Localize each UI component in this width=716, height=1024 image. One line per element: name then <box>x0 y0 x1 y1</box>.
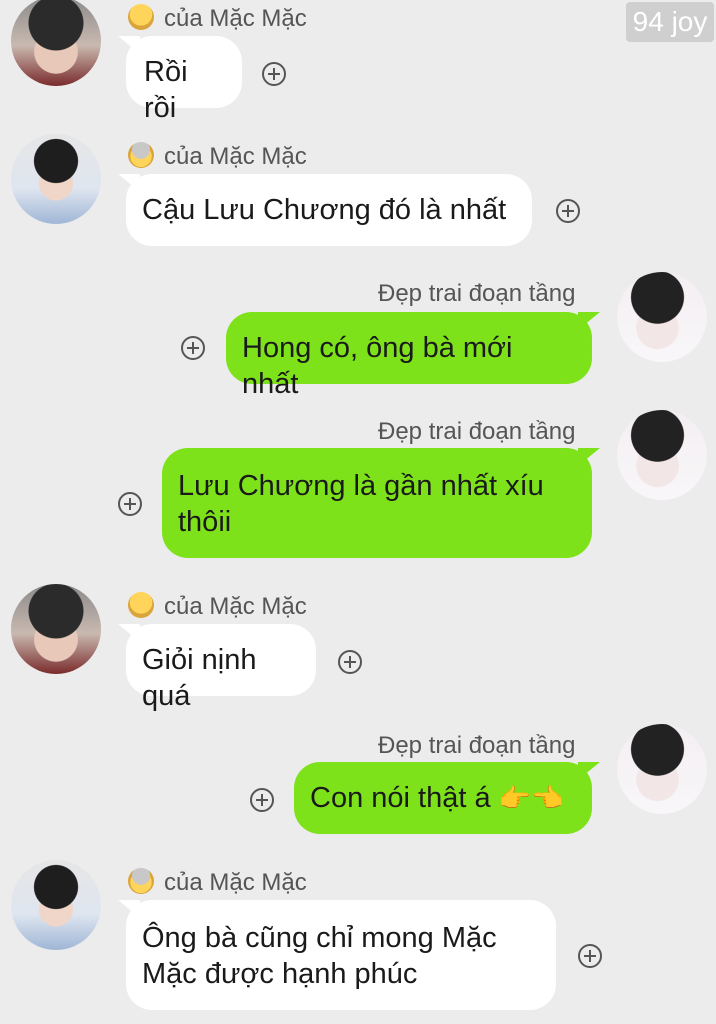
sender-name: của Mặc Mặc <box>128 4 307 33</box>
plus-circle-icon[interactable] <box>338 650 362 674</box>
sender-name: Đẹp trai đoạn tầng <box>378 732 575 760</box>
message-text: Hong có, ông bà mới nhất <box>242 332 513 400</box>
message-bubble[interactable]: Giỏi nịnh quá <box>126 624 316 712</box>
plus-circle-icon[interactable] <box>181 336 205 360</box>
sender-name: của Mặc Mặc <box>128 868 307 897</box>
avatar[interactable] <box>617 272 707 362</box>
message-bubble[interactable]: Cậu Lưu Chương đó là nhất <box>126 174 532 246</box>
message-text: Rồi rồi <box>144 56 188 124</box>
avatar[interactable] <box>11 134 101 224</box>
avatar[interactable] <box>11 860 101 950</box>
plus-circle-icon[interactable] <box>250 788 274 812</box>
sender-label: của Mặc Mặc <box>164 5 307 32</box>
avatar[interactable] <box>11 584 101 674</box>
sender-label: Đẹp trai đoạn tầng <box>378 732 576 759</box>
plus-circle-icon[interactable] <box>556 199 580 223</box>
emoji-face-icon <box>128 4 154 30</box>
message-text: Ông bà cũng chỉ mong Mặc Mặc được hạnh p… <box>142 922 497 990</box>
plus-circle-icon[interactable] <box>118 492 142 516</box>
emoji-face-icon <box>128 868 154 894</box>
avatar[interactable] <box>11 0 101 86</box>
message-bubble[interactable]: Hong có, ông bà mới nhất <box>226 312 592 400</box>
plus-circle-icon[interactable] <box>262 62 286 86</box>
message-bubble[interactable]: Rồi rồi <box>126 36 242 124</box>
sender-label: của Mặc Mặc <box>164 593 307 620</box>
avatar[interactable] <box>617 724 707 814</box>
sender-name: Đẹp trai đoạn tầng <box>378 280 575 308</box>
message-bubble[interactable]: Ông bà cũng chỉ mong Mặc Mặc được hạnh p… <box>126 900 556 1010</box>
message-bubble[interactable]: Con nói thật á 👉👈 <box>294 762 592 834</box>
pointing-hands-emoji: 👉👈 <box>498 783 564 813</box>
watermark: 94 joy <box>626 2 714 42</box>
sender-label: Đẹp trai đoạn tầng <box>378 418 576 445</box>
message-text: Lưu Chương là gần nhất xíu thôii <box>178 470 544 538</box>
emoji-face-icon <box>128 142 154 168</box>
message-text: Cậu Lưu Chương đó là nhất <box>142 194 507 226</box>
message-text: Con nói thật á <box>310 782 491 814</box>
sender-label: Đẹp trai đoạn tầng <box>378 280 576 307</box>
sender-name: Đẹp trai đoạn tầng <box>378 418 575 446</box>
message-bubble[interactable]: Lưu Chương là gần nhất xíu thôii <box>162 448 592 558</box>
plus-circle-icon[interactable] <box>578 944 602 968</box>
emoji-face-icon <box>128 592 154 618</box>
sender-label: của Mặc Mặc <box>164 869 307 896</box>
sender-name: của Mặc Mặc <box>128 142 307 171</box>
sender-label: của Mặc Mặc <box>164 143 307 170</box>
message-text: Giỏi nịnh quá <box>142 644 257 712</box>
avatar[interactable] <box>617 410 707 500</box>
sender-name: của Mặc Mặc <box>128 592 307 621</box>
